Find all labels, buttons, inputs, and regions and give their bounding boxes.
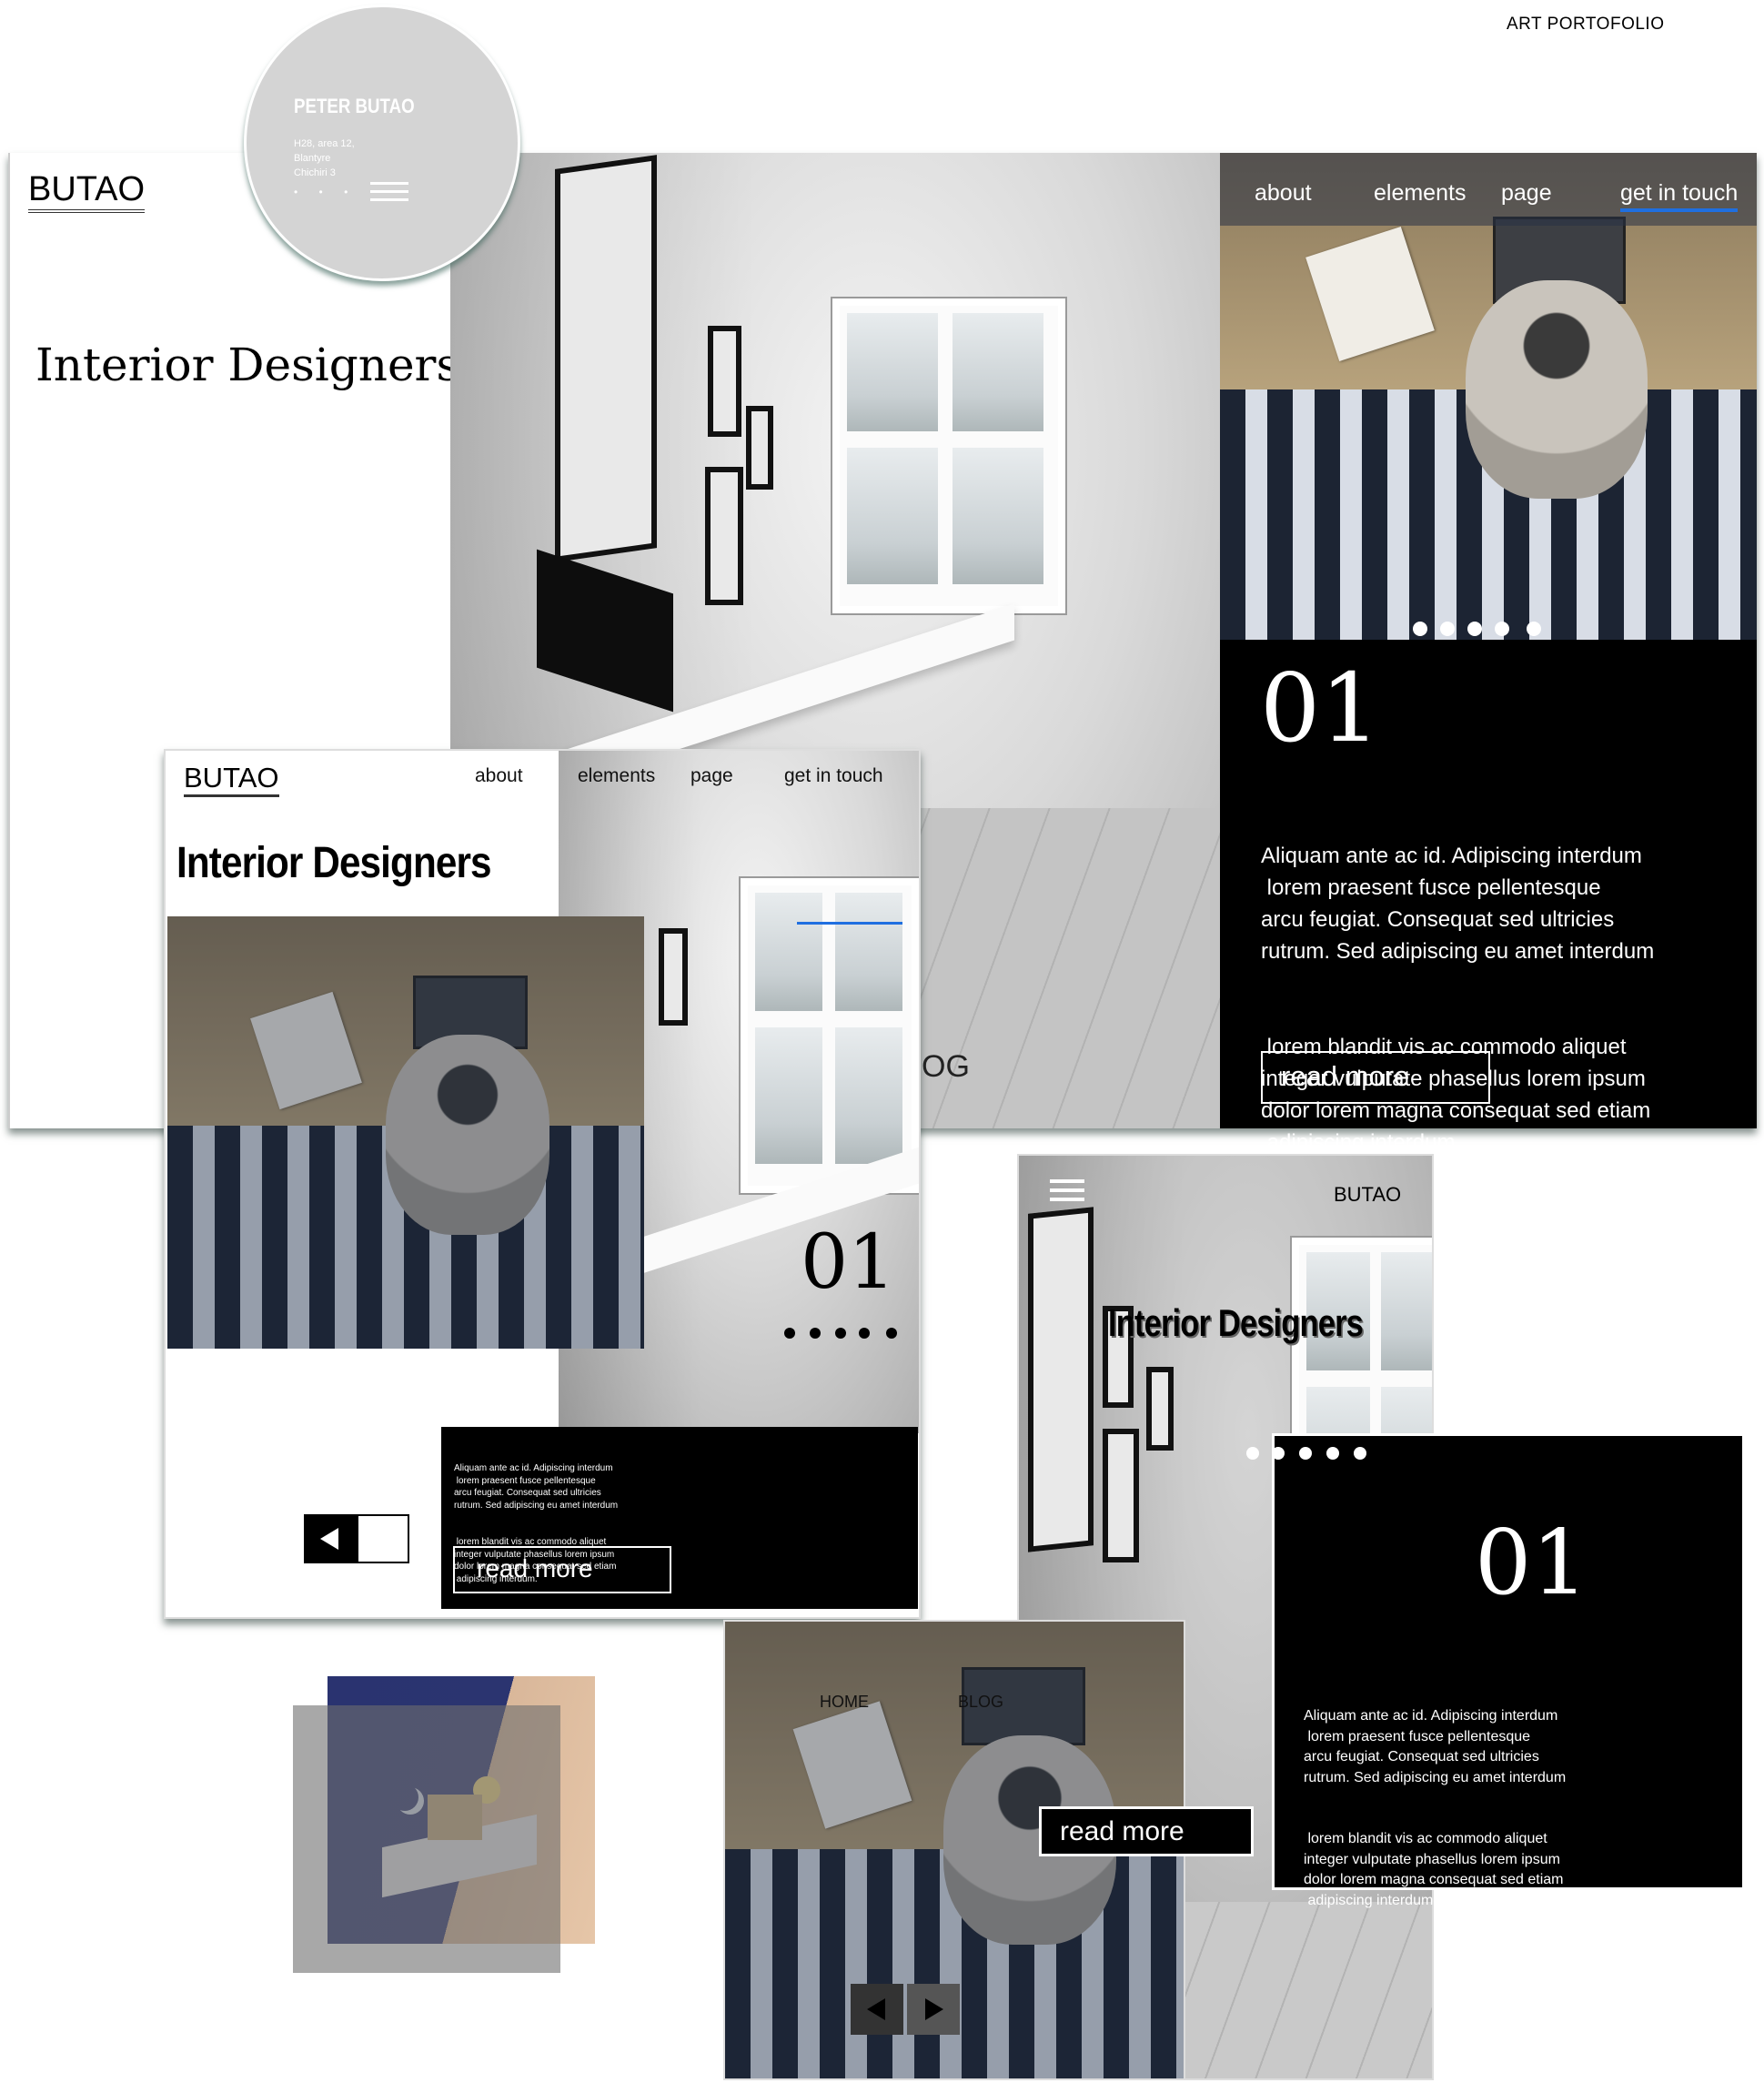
mobile-heading: Interior Designers xyxy=(1108,1301,1364,1344)
mobile-content-panel: 01 Aliquam ante ac id. Adipiscing interd… xyxy=(1272,1433,1745,1908)
desktop-content-panel: 01 Aliquam ante ac id. Adipiscing interd… xyxy=(1220,640,1757,1155)
slider-dot[interactable] xyxy=(1272,1447,1285,1460)
slider-dot[interactable] xyxy=(859,1328,870,1339)
page-title: ART PORTOFOLIO xyxy=(1507,15,1665,34)
wall-frame xyxy=(705,467,743,605)
tablet-read-more-button[interactable]: read more xyxy=(453,1546,671,1593)
tablet-mockup: BUTAO about elements page get in touch I… xyxy=(164,749,921,1619)
nav-link-about[interactable]: about xyxy=(1255,180,1312,207)
desktop-read-more-button[interactable]: read more xyxy=(1261,1051,1490,1104)
wall-frame xyxy=(708,326,741,437)
slider-dot[interactable] xyxy=(1527,622,1541,636)
nav-link-about[interactable]: about xyxy=(475,765,523,787)
slider-dot[interactable] xyxy=(1299,1447,1312,1460)
tablet-feature-image xyxy=(167,916,644,1349)
desktop-slide-number: 01 xyxy=(1260,652,1381,763)
arrow-left-icon[interactable] xyxy=(851,1984,903,2035)
slider-dot[interactable] xyxy=(1440,622,1455,636)
slider-dot[interactable] xyxy=(1467,622,1482,636)
tablet-logo[interactable]: BUTAO xyxy=(184,762,279,797)
mobile-logo[interactable]: BUTAO xyxy=(1334,1183,1401,1207)
tablet-content-panel: Aliquam ante ac id. Adipiscing interdum … xyxy=(441,1427,918,1609)
slider-dot[interactable] xyxy=(886,1328,897,1339)
profile-name: PETER BUTAO xyxy=(294,95,415,117)
desktop-partial-text: OG xyxy=(922,1049,970,1084)
desktop-nav: about elements page get in touch xyxy=(1220,180,1757,217)
mobile-body-text: Aliquam ante ac id. Adipiscing interdum … xyxy=(1304,1708,1567,1908)
slider-dot[interactable] xyxy=(1326,1447,1339,1460)
profile-address: H28, area 12, Blantyre Chichiri 3 xyxy=(294,138,355,178)
room-window xyxy=(832,298,1065,613)
desktop-logo[interactable]: BUTAO xyxy=(28,169,146,213)
wall-frame xyxy=(746,406,773,490)
wall-frame-large xyxy=(555,155,657,562)
slider-dot[interactable] xyxy=(1495,622,1509,636)
thumbnail-overlay xyxy=(293,1705,560,1973)
mobile-slide-number: 01 xyxy=(1475,1512,1588,1615)
mobile-read-more-button[interactable]: read more xyxy=(1039,1806,1254,1856)
tablet-heading: Interior Designers xyxy=(176,839,492,887)
slider-dot[interactable] xyxy=(784,1328,795,1339)
tablet-slide-number: 01 xyxy=(801,1219,896,1306)
nav-link-page[interactable]: page xyxy=(1501,180,1552,207)
mobile-home-link[interactable]: HOME xyxy=(820,1693,869,1712)
monitor xyxy=(537,549,673,713)
nav-link-elements[interactable]: elements xyxy=(1374,180,1466,207)
hamburger-menu-icon[interactable] xyxy=(370,182,408,204)
slider-dot[interactable] xyxy=(835,1328,846,1339)
slider-dot[interactable] xyxy=(810,1328,821,1339)
profile-menu-dots[interactable]: • • • xyxy=(294,186,357,198)
arrow-right-icon[interactable] xyxy=(357,1514,409,1563)
tablet-accent-line xyxy=(797,922,902,925)
desktop-side-image xyxy=(1220,153,1757,640)
nav-link-elements[interactable]: elements xyxy=(578,765,655,787)
desktop-heading: Interior Designers xyxy=(35,339,460,391)
nav-link-get-in-touch[interactable]: get in touch xyxy=(784,765,883,787)
slider-dot[interactable] xyxy=(1413,622,1427,636)
slider-dot[interactable] xyxy=(1354,1447,1366,1460)
arrow-left-icon[interactable] xyxy=(304,1514,357,1563)
mobile-blog-link[interactable]: BLOG xyxy=(958,1693,1003,1712)
nav-link-get-in-touch[interactable]: get in touch xyxy=(1620,180,1739,212)
nav-link-page[interactable]: page xyxy=(690,765,733,787)
arrow-right-icon[interactable] xyxy=(907,1984,960,2035)
hamburger-menu-icon[interactable] xyxy=(1050,1179,1084,1203)
slider-dot[interactable] xyxy=(1246,1447,1259,1460)
profile-card: PETER BUTAO H28, area 12, Blantyre Chichir… xyxy=(244,5,520,281)
